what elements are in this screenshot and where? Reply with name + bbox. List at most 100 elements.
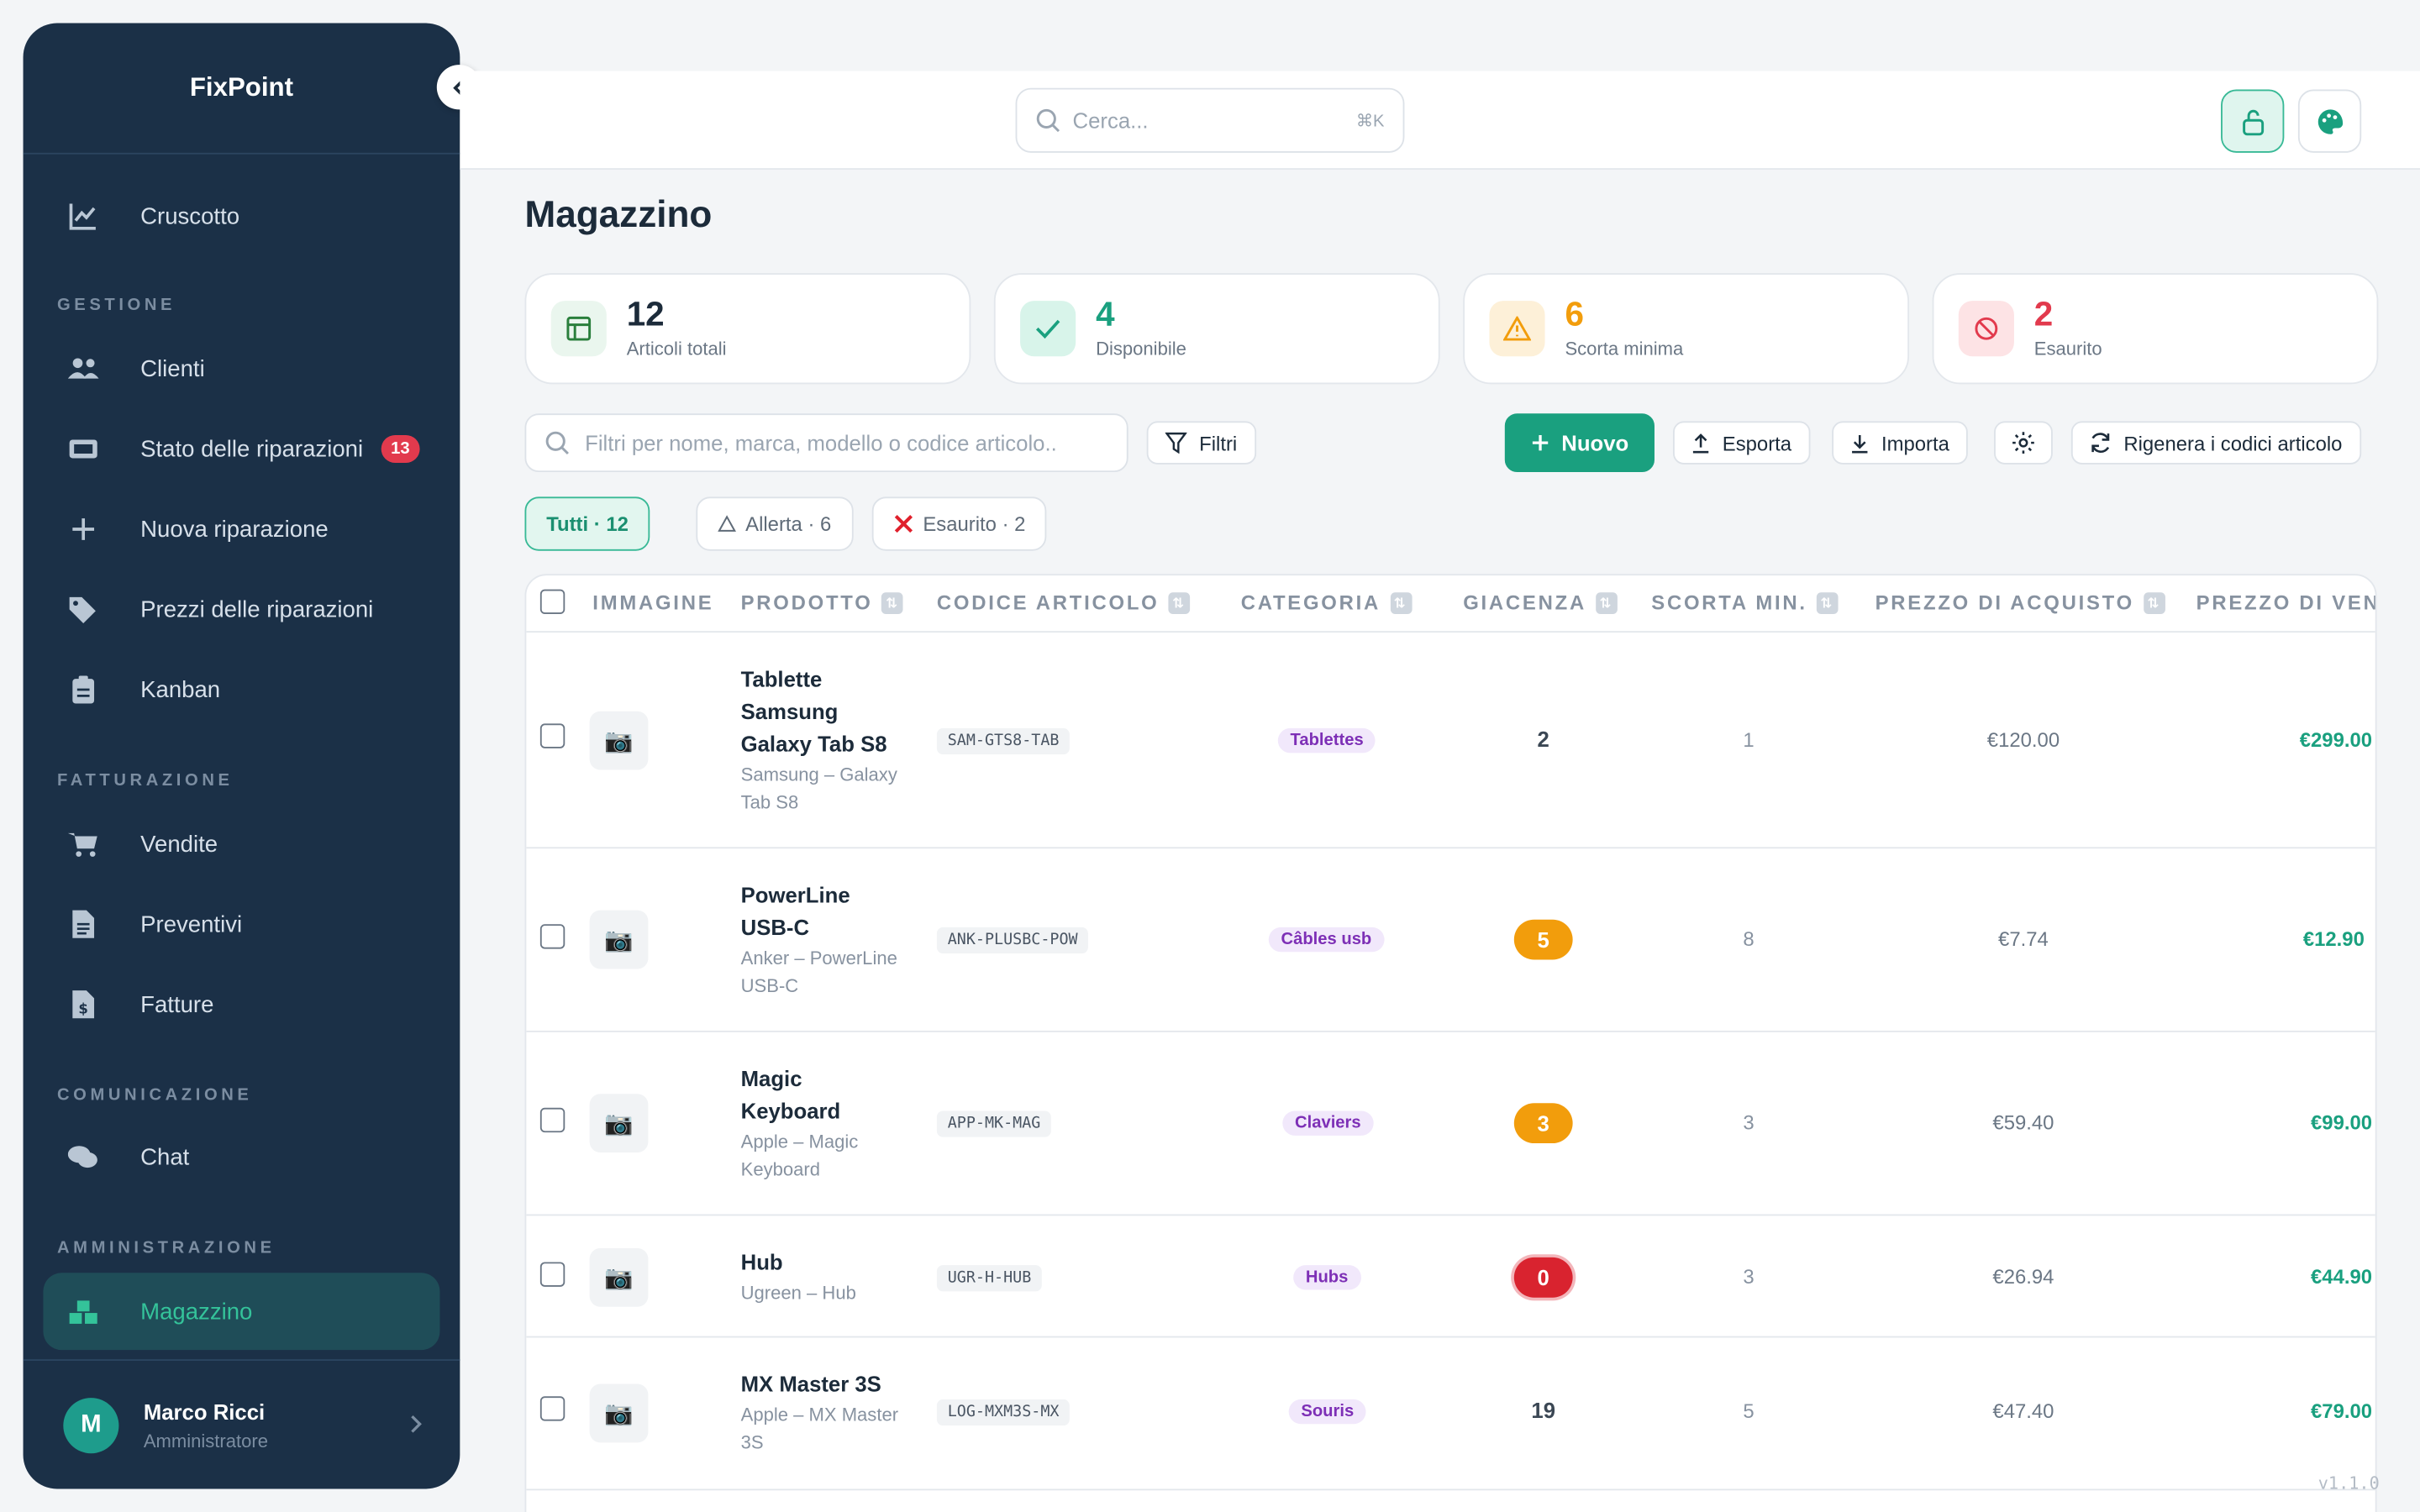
stat-value: 2 <box>2033 294 2054 333</box>
inventory-table: IMMAGINE PRODOTTO ⇅ CODICE ARTICOLO ⇅ CATE… <box>524 574 2377 1512</box>
lock-button[interactable] <box>2221 89 2285 153</box>
product-brand-model: Apple – Magic Keyboard <box>740 1131 859 1181</box>
sidebar-item-kanban[interactable]: Kanban <box>43 651 439 728</box>
stock-badge: 0 <box>1513 1257 1573 1298</box>
row-checkbox[interactable] <box>539 723 566 748</box>
column-header-purchase-price[interactable]: PREZZO DI ACQUISTO ⇅ <box>1876 591 2165 614</box>
column-header-category[interactable]: CATEGORIA ⇅ <box>1241 591 1412 614</box>
user-menu[interactable]: M Marco Ricci Amministratore <box>23 1359 460 1488</box>
export-button[interactable]: Esporta <box>1673 421 1811 465</box>
table-row[interactable]: 📷 Tablette Samsung Galaxy Tab S8 Samsung… <box>526 633 2375 849</box>
search-icon <box>1036 108 1060 133</box>
sort-icon: ⇅ <box>2143 591 2165 614</box>
chip-alert[interactable]: Allerta · 6 <box>696 496 854 551</box>
stock-value: 19 <box>1531 1398 1556 1423</box>
sidebar-item-fatture[interactable]: $ Fatture <box>43 966 439 1043</box>
column-header-product[interactable]: PRODOTTO ⇅ <box>741 591 904 614</box>
sidebar-item-label: Preventivi <box>140 911 243 937</box>
column-header-min-stock[interactable]: SCORTA MIN. ⇅ <box>1651 591 1839 614</box>
column-header-sale-price[interactable]: PREZZO DI VEN <box>2196 591 2375 614</box>
article-code: LOG-MXM3S-MX <box>936 1399 1071 1426</box>
sidebar: FixPoint Cruscotto GESTIONE Clienti Stat… <box>23 23 482 1489</box>
category-badge: Souris <box>1288 1399 1366 1425</box>
chip-out-of-stock[interactable]: Esaurito · 2 <box>871 496 1048 551</box>
purchase-price: €59.40 <box>1992 1110 2054 1134</box>
sidebar-item-prezzi-riparazioni[interactable]: Prezzi delle riparazioni <box>43 571 439 648</box>
sort-icon: ⇅ <box>1595 591 1618 614</box>
boxes-icon <box>68 1296 99 1327</box>
stock-value: 2 <box>1537 727 1549 752</box>
regenerate-codes-button[interactable]: Rigenera i codici articolo <box>2070 421 2361 465</box>
import-button[interactable]: Importa <box>1832 421 1968 465</box>
theme-button[interactable] <box>2297 89 2362 153</box>
stat-value: 6 <box>1565 294 1584 333</box>
row-checkbox[interactable] <box>539 1396 566 1421</box>
column-header-stock[interactable]: GIACENZA ⇅ <box>1463 591 1618 614</box>
invoice-icon: $ <box>68 989 99 1020</box>
sidebar-item-label: Vendite <box>140 831 218 858</box>
settings-button[interactable] <box>1994 421 2053 465</box>
sidebar-item-label: Stato delle riparazioni <box>140 435 364 463</box>
global-search[interactable]: Cerca... ⌘K <box>1015 87 1405 153</box>
table-icon <box>550 301 607 357</box>
document-icon <box>68 909 99 940</box>
table-row[interactable]: 📷 MX Master 3S Apple – MX Master 3S LOG-… <box>526 1337 2375 1491</box>
user-role: Amministratore <box>143 1429 269 1452</box>
sidebar-item-label: Magazzino <box>140 1298 253 1325</box>
min-stock-value: 1 <box>1743 727 1754 752</box>
sidebar-item-label: Kanban <box>140 676 221 703</box>
purchase-price: €120.00 <box>1986 727 2060 752</box>
chip-out-label: Esaurito · 2 <box>923 512 1026 536</box>
select-all-checkbox[interactable] <box>539 589 566 615</box>
sidebar-item-preventivi[interactable]: Preventivi <box>43 885 439 963</box>
sidebar-item-clienti[interactable]: Clienti <box>43 330 439 407</box>
lock-open-icon <box>2242 108 2264 135</box>
row-checkbox[interactable] <box>539 1262 566 1287</box>
sidebar-item-stato-riparazioni[interactable]: Stato delle riparazioni 13 <box>43 411 439 488</box>
article-code: UGR-H-HUB <box>936 1265 1043 1292</box>
app-root: FixPoint Cruscotto GESTIONE Clienti Stat… <box>0 0 2420 1512</box>
filters-label: Filtri <box>1199 431 1238 454</box>
clipboard-icon <box>68 675 99 706</box>
sidebar-item-vendite[interactable]: Vendite <box>43 806 439 883</box>
top-bar: Cerca... ⌘K <box>460 71 2420 171</box>
stat-label: Scorta minima <box>1565 338 1684 360</box>
row-checkbox[interactable] <box>539 924 566 949</box>
close-icon <box>894 514 913 533</box>
search-icon <box>545 431 569 455</box>
new-label: Nuovo <box>1561 430 1629 455</box>
section-label-gestione: GESTIONE <box>56 296 176 315</box>
chip-all[interactable]: Tutti · 12 <box>524 496 650 551</box>
sidebar-item-label: Cruscotto <box>140 202 240 229</box>
cart-icon <box>67 828 99 859</box>
table-row[interactable]: 📷 Hub Ugreen – Hub UGR-H-HUB Hubs 0 3 €2… <box>526 1215 2375 1338</box>
stock-badge: 5 <box>1513 919 1573 960</box>
stat-label: Disponibile <box>1096 338 1186 360</box>
sidebar-item-label: Chat <box>140 1143 190 1171</box>
row-checkbox[interactable] <box>539 1107 566 1133</box>
table-row[interactable]: 📷 PowerLine USB-C Anker – PowerLine USB-… <box>526 848 2375 1032</box>
chip-alert-label: Allerta · 6 <box>745 512 832 536</box>
sidebar-item-magazzino[interactable]: Magazzino <box>43 1273 440 1351</box>
stock-badge: 3 <box>1513 1103 1573 1144</box>
check-icon <box>1020 301 1076 357</box>
app-version: v1.1.0 <box>2317 1473 2380 1494</box>
regenerate-label: Rigenera i codici articolo <box>2123 431 2343 454</box>
sidebar-item-nuova-riparazione[interactable]: Nuova riparazione <box>43 491 439 568</box>
download-icon <box>1852 434 1868 453</box>
page-title: Magazzino <box>524 194 713 237</box>
avatar: M <box>63 1397 119 1453</box>
new-item-button[interactable]: Nuovo <box>1504 413 1655 473</box>
sidebar-item-chat[interactable]: Chat <box>43 1119 439 1196</box>
stat-label: Articoli totali <box>626 338 727 360</box>
inventory-filter-input[interactable]: Filtri per nome, marca, modello o codice… <box>524 413 1128 473</box>
min-stock-value: 3 <box>1743 1110 1754 1134</box>
filters-button[interactable]: Filtri <box>1146 421 1256 465</box>
user-name: Marco Ricci <box>143 1398 266 1424</box>
section-label-amministrazione: AMMINISTRAZIONE <box>56 1238 276 1257</box>
column-header-code[interactable]: CODICE ARTICOLO ⇅ <box>937 591 1191 614</box>
sidebar-item-cruscotto[interactable]: Cruscotto <box>43 177 439 255</box>
min-stock-value: 8 <box>1743 927 1754 951</box>
product-brand-model: Anker – PowerLine USB-C <box>740 947 897 997</box>
table-row[interactable]: 📷 Magic Keyboard Apple – Magic Keyboard … <box>526 1032 2375 1216</box>
